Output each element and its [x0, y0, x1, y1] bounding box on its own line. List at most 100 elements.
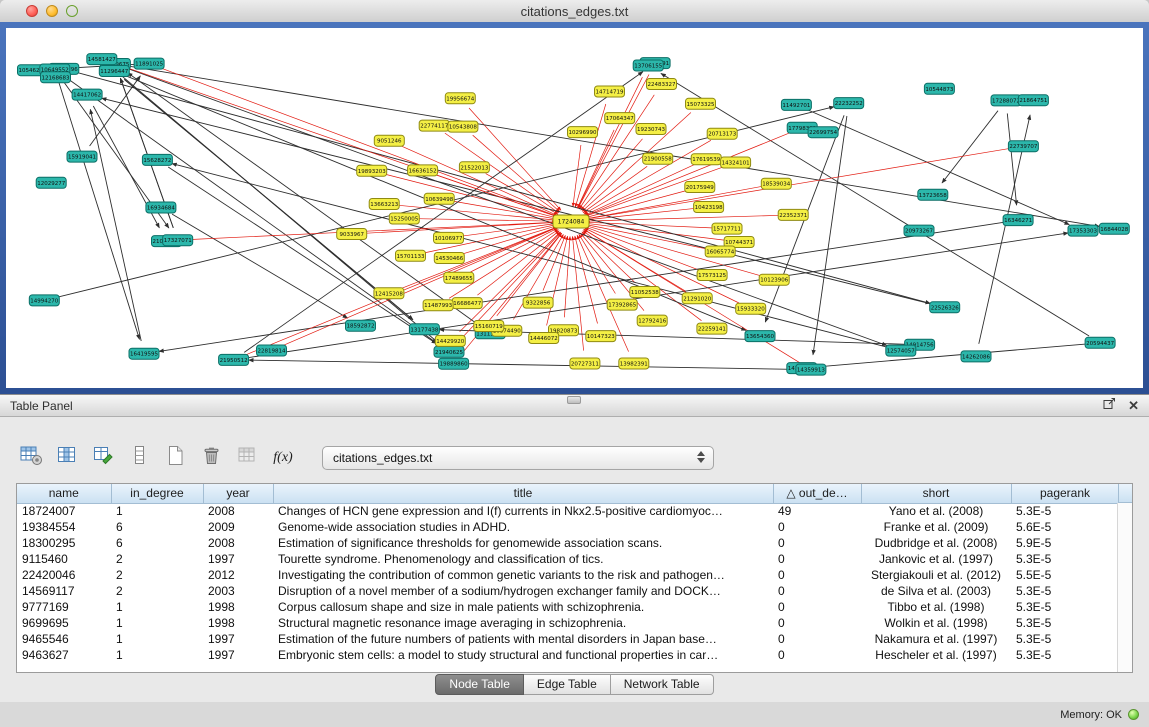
window-titlebar[interactable]: citations_edges.txt [0, 0, 1149, 23]
graph-node[interactable]: 20594437 [1085, 337, 1115, 348]
cell-out_degree[interactable]: 0 [773, 583, 861, 599]
graph-node[interactable]: 9051246 [374, 135, 404, 146]
graph-node[interactable]: 17619539 [691, 154, 721, 165]
table-row[interactable]: 946362711997Embryonic stem cells: a mode… [17, 647, 1119, 663]
column-header-year[interactable]: year [203, 484, 273, 503]
import-table-button[interactable] [234, 445, 260, 471]
graph-node[interactable]: 14262086 [961, 351, 991, 362]
graph-node[interactable]: 15701133 [396, 250, 426, 261]
graph-node[interactable]: 17573125 [697, 270, 727, 281]
cell-title[interactable]: Embryonic stem cells: a model to study s… [273, 647, 773, 663]
graph-node[interactable]: 14429920 [435, 335, 465, 346]
graph-node[interactable]: 15250005 [389, 213, 419, 224]
tab-node-table[interactable]: Node Table [435, 674, 524, 695]
cell-name[interactable]: 9777169 [17, 599, 111, 615]
cell-short[interactable]: Yano et al. (2008) [861, 503, 1011, 519]
close-window-button[interactable] [26, 5, 38, 17]
cell-out_degree[interactable]: 0 [773, 567, 861, 583]
column-header-title[interactable]: title [273, 484, 773, 503]
graph-edge[interactable] [397, 205, 556, 220]
zoom-window-button[interactable] [66, 5, 78, 17]
cell-year[interactable]: 2009 [203, 519, 273, 535]
vertical-scrollbar[interactable] [1117, 503, 1132, 672]
column-header-short[interactable]: short [861, 484, 1011, 503]
graph-node[interactable]: 19956674 [445, 93, 475, 104]
cell-title[interactable]: Changes of HCN gene expression and I(f) … [273, 503, 773, 519]
graph-edge[interactable] [114, 63, 557, 216]
graph-edge[interactable] [585, 133, 790, 216]
graph-node[interactable]: 19889860 [439, 358, 469, 369]
table-row[interactable]: 969969511998Structural magnetic resonanc… [17, 615, 1119, 631]
close-panel-icon[interactable]: ✕ [1128, 399, 1139, 412]
graph-node[interactable]: 14417062 [72, 89, 102, 100]
graph-edge[interactable] [172, 164, 888, 348]
edit-table-button[interactable] [90, 445, 116, 471]
cell-out_degree[interactable]: 0 [773, 519, 861, 535]
graph-node[interactable]: 16844028 [1099, 223, 1129, 234]
cell-name[interactable]: 22420046 [17, 567, 111, 583]
tab-edge-table[interactable]: Edge Table [524, 674, 611, 695]
graph-node[interactable]: 22699754 [808, 127, 838, 138]
cell-title[interactable]: Tourette syndrome. Phenomenology and cla… [273, 551, 773, 567]
cell-year[interactable]: 1997 [203, 647, 273, 663]
column-header-name[interactable]: name [17, 484, 111, 503]
graph-edge[interactable] [585, 227, 700, 271]
cell-name[interactable]: 9699695 [17, 615, 111, 631]
graph-node[interactable]: 16686477 [452, 298, 482, 309]
graph-edge[interactable] [172, 214, 348, 318]
graph-node[interactable]: 11492701 [781, 99, 811, 110]
graph-node[interactable]: 10106977 [434, 232, 464, 243]
cell-out_degree[interactable]: 49 [773, 503, 861, 519]
cell-pagerank[interactable]: 5.3E-5 [1011, 631, 1119, 647]
cell-in_degree[interactable]: 6 [111, 519, 203, 535]
graph-node[interactable]: 13663213 [369, 199, 399, 210]
graph-edge[interactable] [417, 219, 556, 222]
cell-out_degree[interactable]: 0 [773, 615, 861, 631]
graph-node[interactable]: 20713173 [707, 128, 737, 139]
graph-node[interactable]: 19893203 [357, 165, 387, 176]
graph-node[interactable]: 10423198 [694, 202, 724, 213]
graph-node[interactable]: 16419595 [129, 348, 159, 359]
graph-node[interactable]: 13982391 [619, 358, 649, 369]
cell-out_degree[interactable]: 0 [773, 647, 861, 663]
cell-title[interactable]: Estimation of significance thresholds fo… [273, 535, 773, 551]
graph-node[interactable]: 21950512 [219, 354, 249, 365]
graph-node[interactable]: 17064347 [605, 113, 635, 124]
cell-short[interactable]: Jankovic et al. (1997) [861, 551, 1011, 567]
graph-node[interactable]: 17353303 [1068, 225, 1098, 236]
cell-year[interactable]: 1997 [203, 551, 273, 567]
cell-short[interactable]: de Silva et al. (2003) [861, 583, 1011, 599]
graph-edge[interactable] [579, 95, 654, 209]
cell-year[interactable]: 2003 [203, 583, 273, 599]
cell-pagerank[interactable]: 5.3E-5 [1011, 583, 1119, 599]
graph-node[interactable]: 14581427 [87, 54, 117, 65]
table-row[interactable]: 911546021997Tourette syndrome. Phenomeno… [17, 551, 1119, 567]
table-row[interactable]: 1872400712008Changes of HCN gene express… [17, 503, 1119, 519]
graph-edge[interactable] [90, 109, 141, 341]
cell-in_degree[interactable]: 2 [111, 551, 203, 567]
cell-in_degree[interactable]: 1 [111, 615, 203, 631]
graph-node[interactable]: 22526326 [930, 302, 960, 313]
cell-name[interactable]: 9115460 [17, 551, 111, 567]
tab-network-table[interactable]: Network Table [611, 674, 714, 695]
graph-node[interactable]: 16636152 [408, 165, 438, 176]
cell-title[interactable]: Corpus callosum shape and size in male p… [273, 599, 773, 615]
column-header-out_degree[interactable]: △ out_de… [773, 484, 861, 503]
splitter-handle[interactable] [567, 396, 581, 404]
cell-pagerank[interactable]: 5.9E-5 [1011, 535, 1119, 551]
graph-node[interactable]: 21291020 [682, 293, 712, 304]
cell-year[interactable]: 1998 [203, 615, 273, 631]
graph-node[interactable]: 15933320 [736, 303, 766, 314]
graph-edge[interactable] [586, 225, 708, 250]
column-header-in_degree[interactable]: in_degree [111, 484, 203, 503]
graph-edge[interactable] [808, 110, 1069, 225]
graph-node[interactable]: 17392865 [607, 299, 637, 310]
graph-node[interactable]: 15160719 [474, 321, 504, 332]
graph-node[interactable]: 19230743 [636, 124, 666, 135]
table-settings-button[interactable] [18, 445, 44, 471]
graph-edge[interactable] [564, 237, 570, 318]
graph-node[interactable]: 10543808 [448, 121, 478, 132]
graph-node[interactable]: 12029277 [36, 177, 66, 188]
graph-node[interactable]: 20175949 [685, 182, 715, 193]
graph-node[interactable]: 14714719 [595, 86, 625, 97]
